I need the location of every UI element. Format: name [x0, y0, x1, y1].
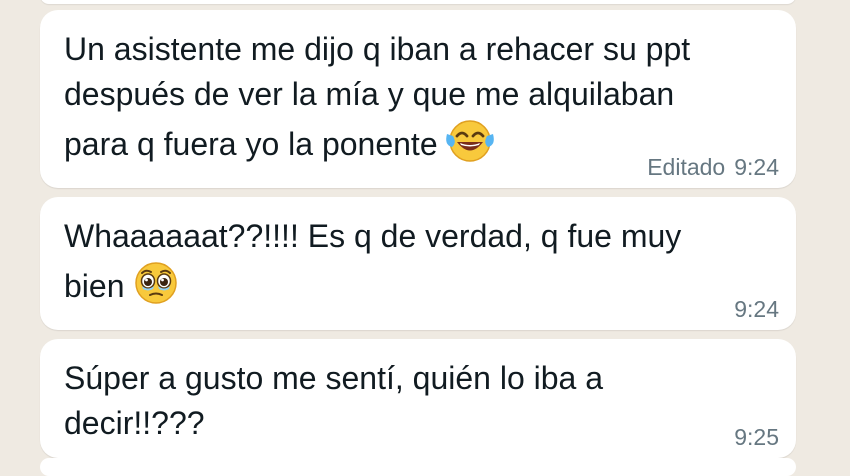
message-meta: 9:24 — [734, 296, 779, 323]
message-meta: Editado 9:24 — [647, 154, 779, 181]
previous-message-bubble[interactable] — [40, 0, 796, 4]
message-bubble[interactable]: Súper a gusto me sentí, quién lo iba a d… — [40, 339, 796, 458]
edited-label: Editado — [647, 154, 726, 180]
message-meta: 9:25 — [734, 424, 779, 451]
message-text: Súper a gusto me sentí, quién lo iba a d… — [64, 360, 604, 441]
message-bubble[interactable]: Whaaaaaat??!!!! Es q de verdad, q fue mu… — [40, 197, 796, 330]
face-with-tears-of-joy-icon — [444, 117, 496, 175]
message-time: 9:24 — [734, 154, 779, 180]
next-message-bubble[interactable] — [40, 458, 796, 476]
face-holding-back-tears-icon — [131, 259, 181, 317]
message-time: 9:24 — [734, 296, 779, 322]
message-bubble[interactable]: Un asistente me dijo q iban a rehacer su… — [40, 10, 796, 188]
message-text: Un asistente me dijo q iban a rehacer su… — [64, 27, 772, 175]
message-text: Whaaaaaat??!!!! Es q de verdad, q fue mu… — [64, 214, 772, 317]
message-time: 9:25 — [734, 424, 779, 450]
